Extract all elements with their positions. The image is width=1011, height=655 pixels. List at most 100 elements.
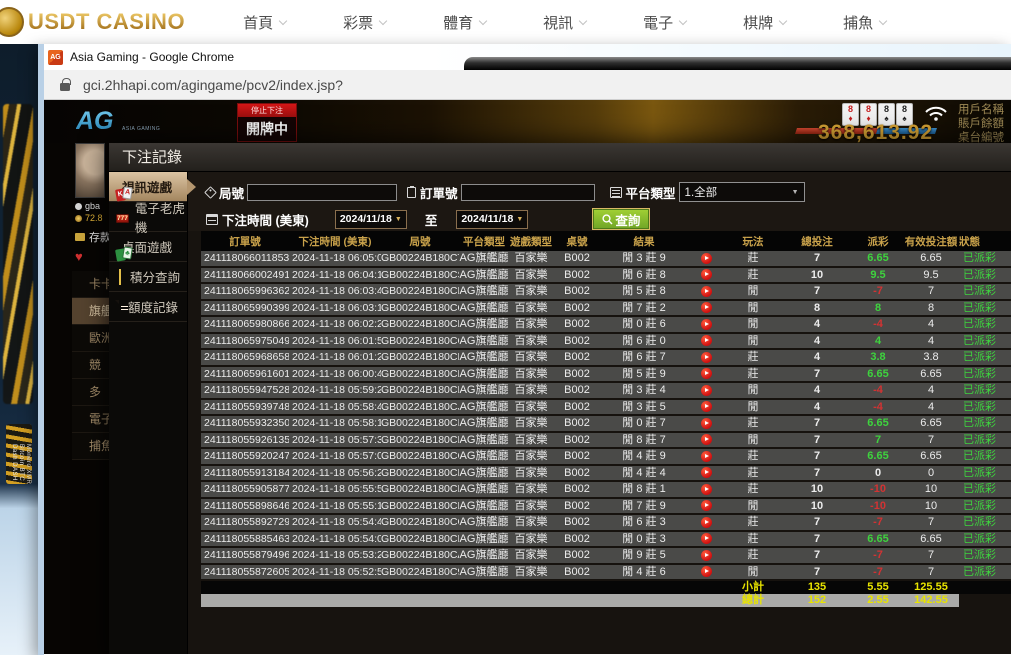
table-cell: 10 — [781, 498, 853, 515]
replay-icon[interactable] — [701, 451, 712, 462]
table-cell: 7 — [781, 465, 853, 482]
table-cell: -4 — [853, 382, 903, 399]
table-cell: 241118055920247 — [201, 448, 289, 465]
nav-item-label: 電子 — [643, 12, 673, 33]
nav-item[interactable]: 視訊 — [543, 12, 586, 33]
replay-icon[interactable] — [701, 352, 712, 363]
table-cell: 7 — [903, 547, 959, 564]
table-cell: 閒 0 莊 7 — [601, 415, 687, 432]
sidebar-item-電子老虎機[interactable]: 777電子老虎機 — [109, 202, 187, 232]
table-cell: 百家樂 — [509, 481, 553, 498]
replay-cell — [687, 300, 725, 317]
nav-item[interactable]: 體育 — [443, 12, 486, 33]
search-button[interactable]: 查詢 — [592, 208, 650, 230]
coin-icon — [75, 215, 82, 222]
table-cell: B002 — [553, 267, 601, 284]
window-titlebar[interactable]: AG Asia Gaming - Google Chrome — [44, 44, 1011, 70]
replay-icon[interactable] — [701, 566, 712, 577]
site-logo[interactable]: USDT CASINO — [2, 7, 185, 37]
order-input[interactable] — [461, 184, 595, 201]
summary-cell: 142.55 — [903, 594, 959, 607]
table-cell: 6.65 — [903, 250, 959, 267]
table-cell: -7 — [853, 283, 903, 300]
deposit-button[interactable]: 存款 — [75, 229, 111, 245]
replay-icon[interactable] — [701, 533, 712, 544]
table-cell: 7 — [781, 415, 853, 432]
table-row: 2411180559202472024-11-18 05:57:06GB0022… — [201, 449, 1011, 466]
replay-icon[interactable] — [701, 484, 712, 495]
table-cell: 已派彩 — [959, 514, 1011, 531]
table-cell: 百家樂 — [509, 465, 553, 482]
round-input[interactable] — [247, 184, 397, 201]
table-cell: GB00224B180CK — [381, 382, 459, 399]
table-cell: 2024-11-18 06:03:45 — [289, 283, 381, 300]
table-cell: 241118066011853 — [201, 250, 289, 267]
table-cell: 閒 — [725, 283, 781, 300]
username: gba — [85, 201, 100, 211]
table-cell: 莊 — [725, 514, 781, 531]
replay-icon[interactable] — [701, 418, 712, 429]
platform-select[interactable]: 1.全部 ▼ — [679, 182, 805, 202]
table-cell: AG旗艦廳 — [459, 366, 509, 383]
modal-body: KA視訊遊戲777電子老虎機♣桌面遊戲積分查詢額度記錄 局號 訂單號 — [109, 172, 1011, 654]
table-cell: GB00224B180CF — [381, 465, 459, 482]
table-cell: 已派彩 — [959, 448, 1011, 465]
replay-icon[interactable] — [701, 500, 712, 511]
table-cell: 2024-11-18 05:58:49 — [289, 399, 381, 416]
replay-icon[interactable] — [701, 401, 712, 412]
table-cell: 已派彩 — [959, 300, 1011, 317]
replay-icon[interactable] — [701, 319, 712, 330]
table-cell: 百家樂 — [509, 316, 553, 333]
date-from-select[interactable]: 2024/11/18 ▼ — [335, 210, 407, 229]
replay-icon[interactable] — [701, 385, 712, 396]
address-bar[interactable]: gci.2hhapi.com/agingame/pcv2/index.jsp? — [44, 70, 1011, 100]
replay-cell — [687, 349, 725, 366]
replay-icon[interactable] — [701, 368, 712, 379]
table-cell: GB00224B180CE — [381, 481, 459, 498]
table-cell: GB00224B180CS — [381, 267, 459, 284]
nav-item[interactable]: 彩票 — [343, 12, 386, 33]
table-cell: B002 — [553, 382, 601, 399]
lock-icon — [60, 83, 70, 91]
date-to-select[interactable]: 2024/11/18 ▼ — [456, 210, 528, 229]
nav-item[interactable]: 捕魚 — [843, 12, 886, 33]
table-cell: 241118065961601 — [201, 366, 289, 383]
sidebar-item-積分查詢[interactable]: 積分查詢 — [109, 262, 187, 292]
replay-icon[interactable] — [701, 253, 712, 264]
replay-icon[interactable] — [701, 286, 712, 297]
table-cell: 4 — [781, 382, 853, 399]
sidebar-item-額度記錄[interactable]: 額度記錄 — [109, 292, 187, 322]
table-cell: 241118055898646 — [201, 498, 289, 515]
nav-item[interactable]: 棋牌 — [743, 12, 786, 33]
filter-row-2: 下注時間 (美東) 2024/11/18 ▼ 至 2024/11/18 ▼ — [206, 207, 1011, 231]
table-cell: 2024-11-18 06:02:25 — [289, 316, 381, 333]
chevron-down-icon — [679, 16, 687, 24]
replay-icon[interactable] — [701, 434, 712, 445]
table-cell: 8 — [853, 300, 903, 317]
table-cell: GB00224B180CH — [381, 432, 459, 449]
sidebar-item-視訊遊戲[interactable]: KA視訊遊戲 — [109, 172, 187, 202]
table-cell: 7 — [903, 283, 959, 300]
nav-item[interactable]: 電子 — [643, 12, 686, 33]
replay-cell — [687, 547, 725, 564]
replay-icon[interactable] — [701, 302, 712, 313]
table-cell: 閒 6 莊 7 — [601, 349, 687, 366]
nav-item[interactable]: 首頁 — [243, 12, 286, 33]
table-row: 2411180559475282024-11-18 05:59:29GB0022… — [201, 383, 1011, 400]
replay-icon[interactable] — [701, 550, 712, 561]
chevron-down-icon — [879, 16, 887, 24]
table-cell: AG旗艦廳 — [459, 382, 509, 399]
chevron-down-icon — [379, 16, 387, 24]
table-cell: AG旗艦廳 — [459, 333, 509, 350]
table-cell: AG旗艦廳 — [459, 531, 509, 548]
replay-cell — [687, 283, 725, 300]
replay-icon[interactable] — [701, 269, 712, 280]
replay-icon[interactable] — [701, 467, 712, 478]
replay-cell — [687, 316, 725, 333]
main-menu: 首頁 彩票 體育 視訊 電子 棋牌 捕魚 — [243, 12, 886, 33]
replay-icon[interactable] — [701, 517, 712, 528]
sidebar-item-桌面遊戲[interactable]: ♣桌面遊戲 — [109, 232, 187, 262]
table-cell: 已派彩 — [959, 267, 1011, 284]
sidebar-item-label: 額度記錄 — [128, 297, 178, 316]
replay-icon[interactable] — [701, 335, 712, 346]
